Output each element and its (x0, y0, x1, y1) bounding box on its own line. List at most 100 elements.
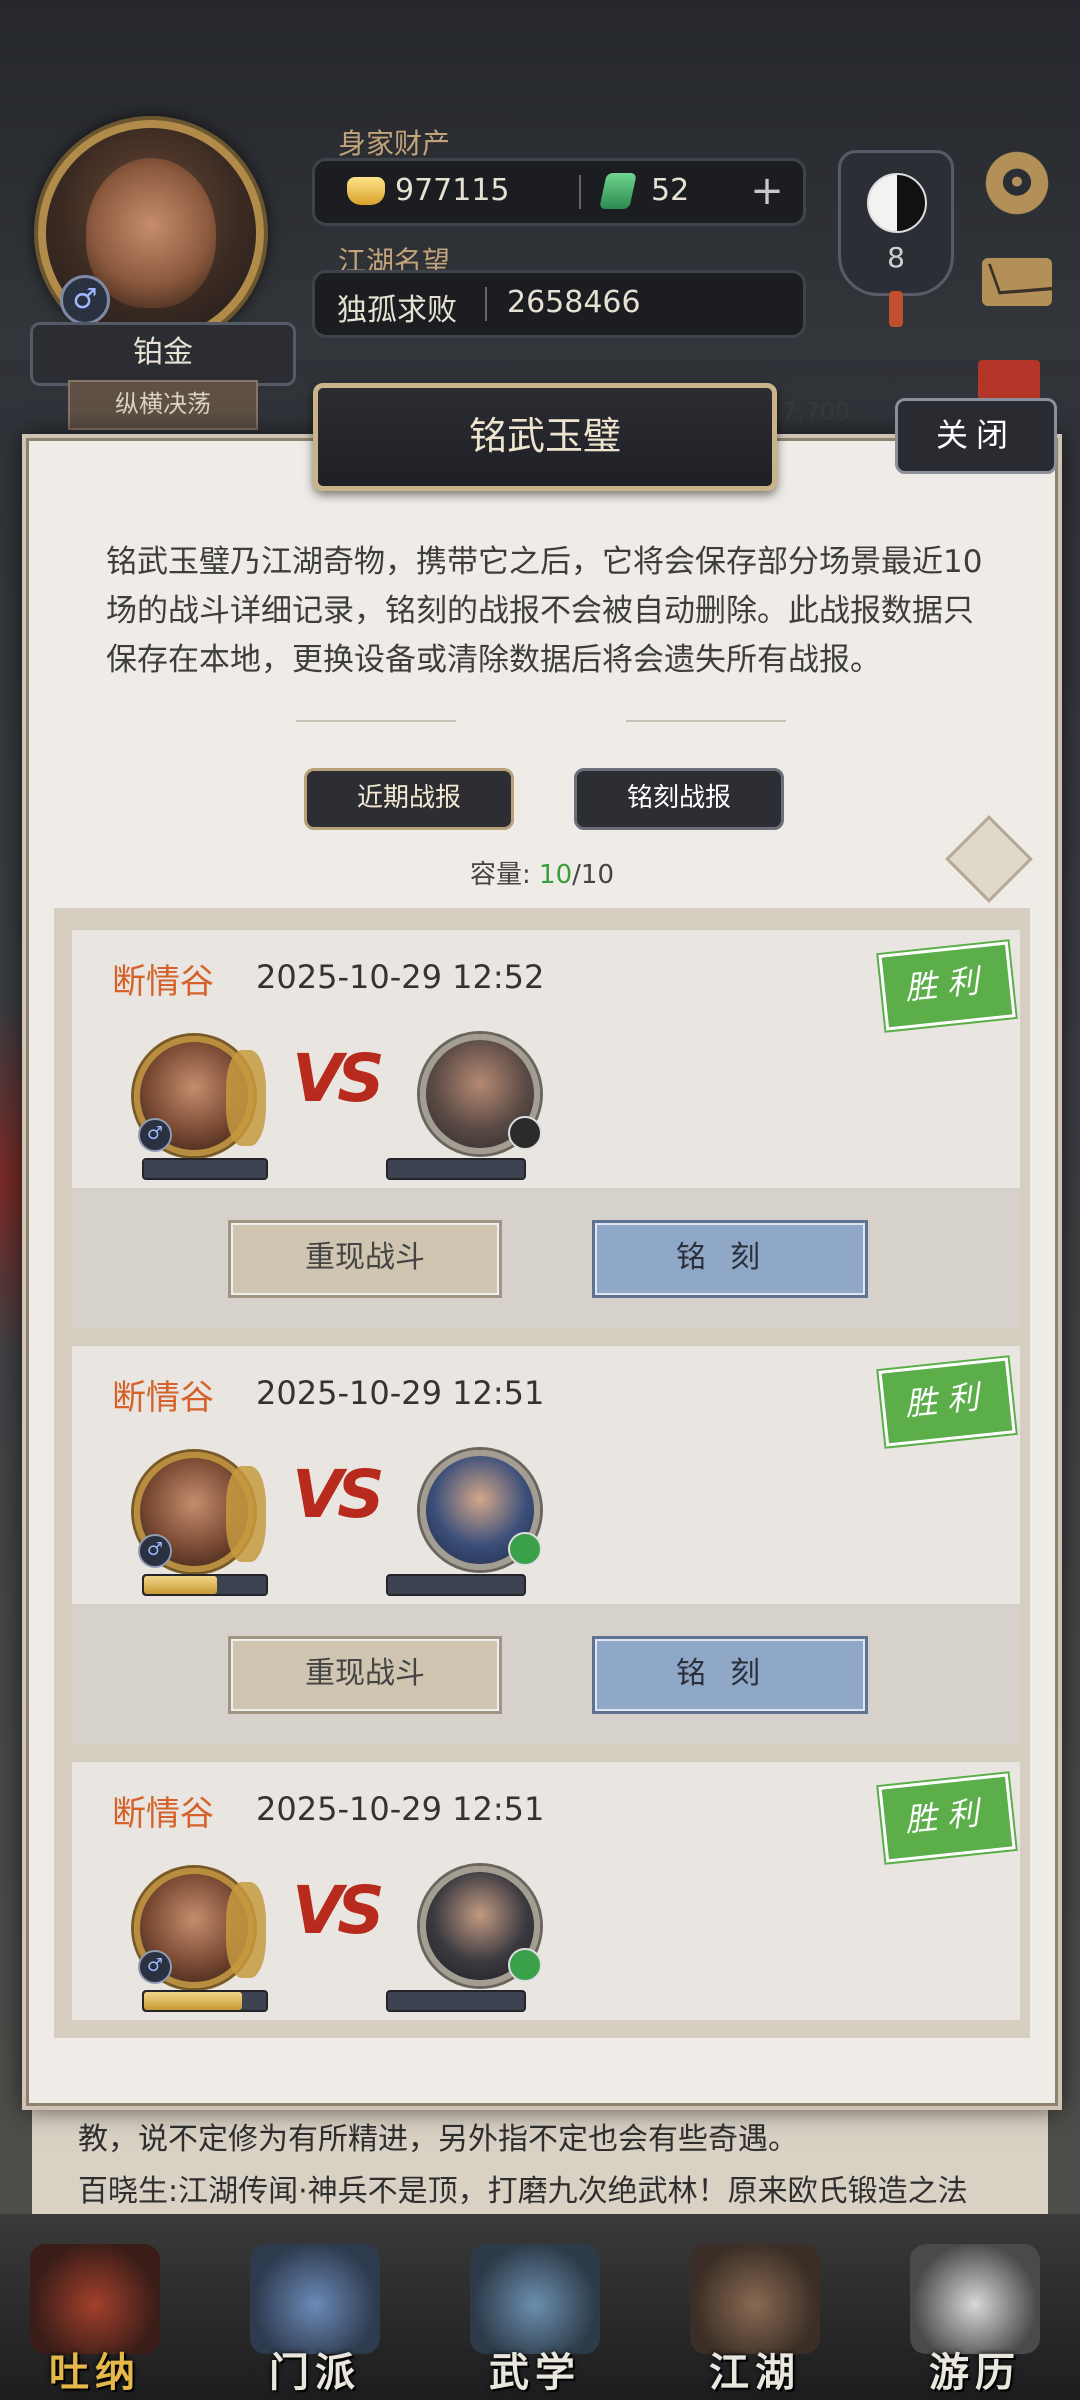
wealth-label: 身家财产 (338, 127, 451, 160)
gear-icon[interactable]: ⚙ (982, 148, 1052, 218)
nav-label: 门派 (269, 2350, 361, 2396)
record-location: 断情谷 (112, 1378, 214, 1418)
opponent-avatar[interactable] (420, 1034, 542, 1154)
my-hp-fill (144, 1992, 242, 2010)
mail-icon[interactable] (982, 258, 1052, 306)
title-badge: 纵横决荡 (68, 380, 258, 430)
record-actions: 重现战斗 铭刻 (72, 1188, 1020, 1328)
chat-log: 教，说不定修为有所精进，另外指不定也会有些奇遇。 百晓生:江湖传闻·神兵不是顶，… (78, 2114, 1038, 2218)
scrolls-icon (470, 2244, 600, 2354)
record-time: 2025-10-29 12:51 (256, 1374, 545, 1412)
battle-record: 断情谷 2025-10-29 12:51 胜利 ♂ VS (72, 1762, 1020, 2038)
tassel-decoration (889, 291, 903, 327)
divider (579, 175, 581, 209)
my-avatar[interactable]: ♂ (134, 1036, 266, 1156)
modal-title: 铭武玉璧 (313, 383, 777, 491)
male-icon: ♂ (138, 1118, 172, 1152)
nav-label: 武学 (489, 2350, 581, 2396)
my-hp-bar (142, 1574, 268, 1596)
taiji-level: 8 (887, 241, 905, 274)
vs-icon: VS (292, 1040, 385, 1117)
record-location: 断情谷 (112, 1794, 214, 1834)
record-time: 2025-10-29 12:51 (256, 1790, 545, 1828)
jade-value: 52 (651, 173, 690, 208)
inscribe-button[interactable]: 铭刻 (592, 1636, 868, 1714)
divider (485, 287, 487, 321)
fame-title: 独孤求败 (337, 293, 457, 328)
my-avatar[interactable]: ♂ (134, 1868, 266, 1988)
vs-icon: VS (292, 1456, 385, 1533)
male-icon: ♂ (60, 275, 110, 325)
capacity-readout: 容量: 10/10 (26, 854, 1058, 891)
ornament-divider (626, 720, 786, 722)
jade-icon (599, 173, 637, 209)
record-actions: 重现战斗 铭刻 (72, 1604, 1020, 1744)
record-header: 断情谷 2025-10-29 12:51 胜利 ♂ VS (72, 1346, 1020, 1604)
opponent-hp-bar (386, 1158, 526, 1180)
my-avatar[interactable]: ♂ (134, 1452, 266, 1572)
gold-value: 977115 (395, 173, 510, 208)
nav-label: 吐纳 (49, 2350, 141, 2396)
male-icon: ♂ (138, 1950, 172, 1984)
nav-item-breathing[interactable]: 吐纳 (20, 2244, 170, 2396)
modal-description: 铭武玉璧乃江湖奇物，携带它之后，它将会保存部分场景最近10场的战斗详细记录，铭刻… (106, 544, 983, 678)
victory-stamp: 胜利 (878, 1357, 1016, 1447)
my-hp-bar (142, 1990, 268, 2012)
opponent-avatar[interactable] (420, 1866, 542, 1986)
gourd-icon (30, 2244, 160, 2354)
dragon-frame-icon (226, 1466, 266, 1562)
my-hp-bar (142, 1158, 268, 1180)
wealth-bar: 977115 52 + (312, 158, 806, 226)
capacity-used: 10 (539, 860, 573, 890)
battle-record: 断情谷 2025-10-29 12:51 胜利 ♂ VS 重现战斗 铭刻 (72, 1346, 1020, 1744)
dragon-frame-icon (226, 1882, 266, 1978)
fame-bar: 独孤求败 2658466 (312, 270, 806, 338)
nav-label: 江湖 (709, 2350, 801, 2396)
record-header: 断情谷 2025-10-29 12:52 胜利 ♂ VS (72, 930, 1020, 1188)
record-location: 断情谷 (112, 962, 214, 1002)
opponent-avatar[interactable] (420, 1450, 542, 1570)
opponent-hp-bar (386, 1990, 526, 2012)
battle-record: 断情谷 2025-10-29 12:52 胜利 ♂ VS 重现战斗 铭刻 (72, 930, 1020, 1328)
chat-line: 教，说不定修为有所精进，另外指不定也会有些奇遇。 (78, 2122, 798, 2157)
record-time: 2025-10-29 12:52 (256, 958, 545, 996)
dragon-frame-icon (226, 1050, 266, 1146)
nav-label: 游历 (929, 2350, 1021, 2396)
opponent-hp-bar (386, 1574, 526, 1596)
my-hp-fill (144, 1576, 218, 1594)
battle-record-list[interactable]: 断情谷 2025-10-29 12:52 胜利 ♂ VS 重现战斗 铭刻 断情谷… (54, 908, 1030, 2038)
victory-stamp: 胜利 (878, 1773, 1016, 1863)
rank-badge-icon (508, 1116, 542, 1150)
replay-battle-button[interactable]: 重现战斗 (228, 1636, 502, 1714)
chat-line: 百晓生:江湖传闻·神兵不是顶，打磨九次绝武林！原来欧氏锻造之法 (78, 2174, 968, 2209)
bottom-nav: 吐纳 门派 武学 江湖 游历 (0, 2214, 1080, 2400)
record-header: 断情谷 2025-10-29 12:51 胜利 ♂ VS (72, 1762, 1020, 2020)
gold-ingot-icon (347, 177, 385, 205)
ornament-divider (296, 720, 456, 722)
nav-item-jianghu[interactable]: 江湖 (680, 2244, 830, 2396)
rank-plate: 铂金 (30, 322, 296, 386)
nav-item-sect[interactable]: 门派 (240, 2244, 390, 2396)
vs-icon: VS (292, 1872, 385, 1949)
close-button[interactable]: 关闭 (895, 398, 1057, 474)
add-currency-button[interactable]: + (745, 169, 789, 213)
rank-badge-icon (508, 1948, 542, 1982)
male-icon: ♂ (138, 1534, 172, 1568)
taiji-level-button[interactable]: 8 (838, 150, 954, 327)
flags-icon (250, 2244, 380, 2354)
capacity-total: /10 (572, 860, 614, 890)
tab-recent-reports[interactable]: 近期战报 (304, 768, 514, 830)
nav-item-martial[interactable]: 武学 (460, 2244, 610, 2396)
capacity-label: 容量: (470, 860, 540, 890)
victory-stamp: 胜利 (878, 941, 1016, 1031)
fame-value: 2658466 (507, 285, 641, 320)
taiji-icon (867, 173, 927, 233)
inscribe-button[interactable]: 铭刻 (592, 1220, 868, 1298)
tab-inscribed-reports[interactable]: 铭刻战报 (574, 768, 784, 830)
horse-icon (910, 2244, 1040, 2354)
player-header: ♂ 身家财产 977115 52 + 江湖名望 独孤求败 2658466 8 ⚙ (0, 0, 1080, 360)
straw-hat-icon (690, 2244, 820, 2354)
inscription-modal: 铭武玉璧乃江湖奇物，携带它之后，它将会保存部分场景最近10场的战斗详细记录，铭刻… (22, 434, 1062, 2110)
nav-item-travel[interactable]: 游历 (900, 2244, 1050, 2396)
replay-battle-button[interactable]: 重现战斗 (228, 1220, 502, 1298)
